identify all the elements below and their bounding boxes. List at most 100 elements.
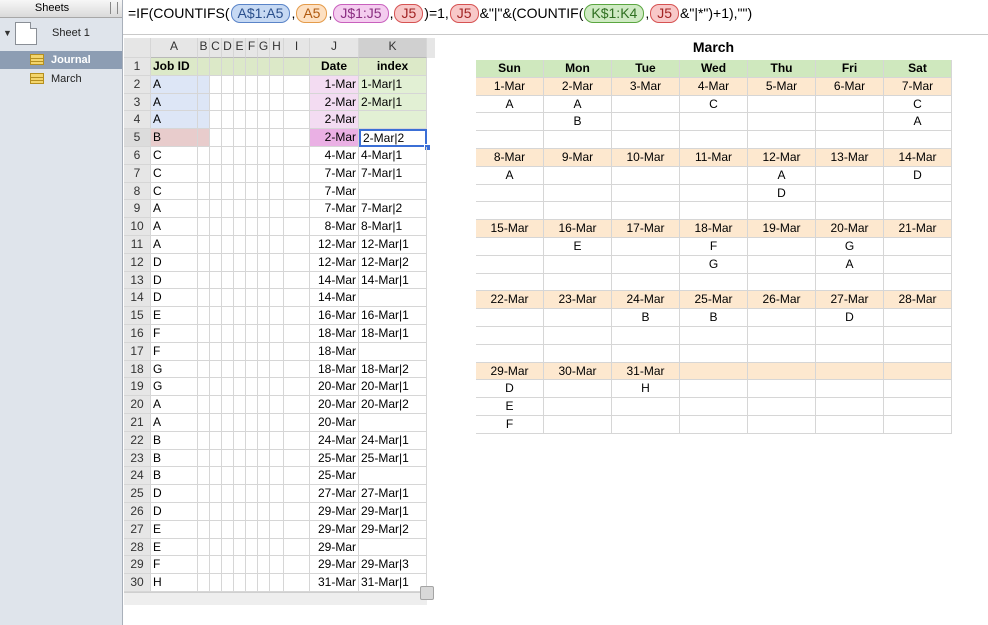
empty-cell[interactable] bbox=[234, 164, 246, 183]
date-cell[interactable]: 18-Mar bbox=[310, 360, 359, 379]
empty-cell[interactable] bbox=[210, 503, 222, 521]
empty-cell[interactable] bbox=[210, 467, 222, 486]
calendar-job-cell[interactable] bbox=[680, 327, 748, 345]
empty-cell[interactable] bbox=[246, 414, 258, 432]
empty-cell[interactable] bbox=[210, 111, 222, 130]
calendar-job-cell[interactable] bbox=[816, 273, 884, 292]
calendar-job-cell[interactable] bbox=[884, 344, 952, 363]
empty-cell[interactable] bbox=[270, 520, 284, 539]
calendar-job-cell[interactable] bbox=[884, 380, 952, 399]
index-cell[interactable]: 29-Mar|2 bbox=[359, 520, 427, 539]
empty-cell[interactable] bbox=[270, 378, 284, 397]
calendar-day-header[interactable]: Fri bbox=[816, 60, 884, 78]
empty-cell[interactable] bbox=[246, 325, 258, 343]
empty-cell[interactable] bbox=[246, 574, 258, 592]
calendar-date-cell[interactable]: 14-Mar bbox=[884, 149, 952, 167]
empty-cell[interactable] bbox=[258, 93, 270, 112]
calendar-job-cell[interactable] bbox=[884, 327, 952, 345]
index-cell[interactable] bbox=[359, 111, 427, 130]
date-cell[interactable]: 20-Mar bbox=[310, 378, 359, 397]
calendar-job-cell[interactable] bbox=[816, 344, 884, 363]
row-header[interactable]: 13 bbox=[124, 271, 151, 290]
empty-cell[interactable] bbox=[246, 467, 258, 486]
date-cell[interactable]: 25-Mar bbox=[310, 467, 359, 486]
date-cell[interactable]: 24-Mar bbox=[310, 431, 359, 450]
date-cell[interactable]: 8-Mar bbox=[310, 218, 359, 236]
empty-cell[interactable] bbox=[270, 129, 284, 147]
empty-cell[interactable] bbox=[198, 342, 210, 361]
formula-reference-token[interactable]: J5 bbox=[650, 4, 680, 23]
empty-cell[interactable] bbox=[246, 538, 258, 557]
column-header-b[interactable]: B bbox=[198, 38, 210, 58]
empty-cell[interactable] bbox=[284, 271, 310, 290]
calendar-date-cell[interactable]: 26-Mar bbox=[748, 291, 816, 310]
index-cell[interactable] bbox=[359, 538, 427, 557]
index-cell[interactable]: 29-Mar|3 bbox=[359, 556, 427, 575]
calendar-date-cell[interactable] bbox=[748, 362, 816, 381]
calendar-job-cell[interactable] bbox=[816, 416, 884, 434]
calendar-job-cell[interactable] bbox=[612, 344, 680, 363]
index-cell[interactable]: 18-Mar|1 bbox=[359, 325, 427, 343]
calendar-job-cell[interactable] bbox=[748, 95, 816, 114]
empty-cell[interactable] bbox=[246, 253, 258, 272]
empty-cell[interactable] bbox=[234, 485, 246, 503]
empty-cell[interactable] bbox=[210, 378, 222, 397]
empty-cell[interactable] bbox=[284, 164, 310, 183]
empty-cell[interactable] bbox=[270, 58, 284, 76]
calendar-date-cell[interactable]: 17-Mar bbox=[612, 220, 680, 238]
empty-cell[interactable] bbox=[234, 503, 246, 521]
job-id-cell[interactable]: B bbox=[151, 449, 198, 468]
empty-cell[interactable] bbox=[246, 271, 258, 290]
job-id-cell[interactable]: B bbox=[151, 129, 198, 147]
empty-cell[interactable] bbox=[198, 200, 210, 219]
empty-cell[interactable] bbox=[258, 236, 270, 254]
calendar-job-cell[interactable] bbox=[748, 113, 816, 132]
empty-cell[interactable] bbox=[198, 520, 210, 539]
empty-cell[interactable] bbox=[258, 182, 270, 201]
empty-cell[interactable] bbox=[210, 200, 222, 219]
empty-cell[interactable] bbox=[210, 253, 222, 272]
empty-cell[interactable] bbox=[258, 538, 270, 557]
header-job-id[interactable]: Job ID bbox=[151, 58, 198, 76]
empty-cell[interactable] bbox=[258, 164, 270, 183]
calendar-job-cell[interactable] bbox=[476, 344, 544, 363]
row-header[interactable]: 27 bbox=[124, 520, 151, 539]
empty-cell[interactable] bbox=[284, 449, 310, 468]
empty-cell[interactable] bbox=[234, 111, 246, 130]
calendar-job-cell[interactable] bbox=[544, 131, 612, 149]
calendar-job-cell[interactable] bbox=[816, 202, 884, 221]
empty-cell[interactable] bbox=[234, 378, 246, 397]
empty-cell[interactable] bbox=[234, 414, 246, 432]
calendar-date-cell[interactable]: 28-Mar bbox=[884, 291, 952, 310]
calendar-job-cell[interactable] bbox=[544, 202, 612, 221]
empty-cell[interactable] bbox=[270, 111, 284, 130]
empty-cell[interactable] bbox=[270, 396, 284, 414]
calendar-job-cell[interactable] bbox=[612, 398, 680, 416]
index-cell[interactable]: 14-Mar|1 bbox=[359, 271, 427, 290]
empty-cell[interactable] bbox=[284, 574, 310, 592]
empty-cell[interactable] bbox=[222, 396, 234, 414]
index-cell[interactable]: 20-Mar|2 bbox=[359, 396, 427, 414]
calendar-job-cell[interactable] bbox=[612, 238, 680, 256]
calendar-job-cell[interactable]: F bbox=[476, 416, 544, 434]
job-id-cell[interactable]: E bbox=[151, 538, 198, 557]
calendar-job-cell[interactable] bbox=[680, 380, 748, 399]
calendar-job-cell[interactable] bbox=[544, 309, 612, 327]
empty-cell[interactable] bbox=[234, 431, 246, 450]
empty-cell[interactable] bbox=[198, 449, 210, 468]
empty-cell[interactable] bbox=[234, 253, 246, 272]
calendar-date-cell[interactable]: 15-Mar bbox=[476, 220, 544, 238]
empty-cell[interactable] bbox=[270, 360, 284, 379]
index-cell[interactable]: 16-Mar|1 bbox=[359, 307, 427, 325]
empty-cell[interactable] bbox=[222, 538, 234, 557]
empty-cell[interactable] bbox=[198, 378, 210, 397]
calendar-date-cell[interactable]: 12-Mar bbox=[748, 149, 816, 167]
column-header-i[interactable]: I bbox=[284, 38, 310, 58]
row-header[interactable]: 15 bbox=[124, 307, 151, 325]
date-cell[interactable]: 2-Mar bbox=[310, 93, 359, 112]
empty-cell[interactable] bbox=[222, 253, 234, 272]
empty-cell[interactable] bbox=[246, 75, 258, 94]
empty-cell[interactable] bbox=[258, 218, 270, 236]
job-id-cell[interactable]: A bbox=[151, 218, 198, 236]
calendar-date-cell[interactable]: 16-Mar bbox=[544, 220, 612, 238]
